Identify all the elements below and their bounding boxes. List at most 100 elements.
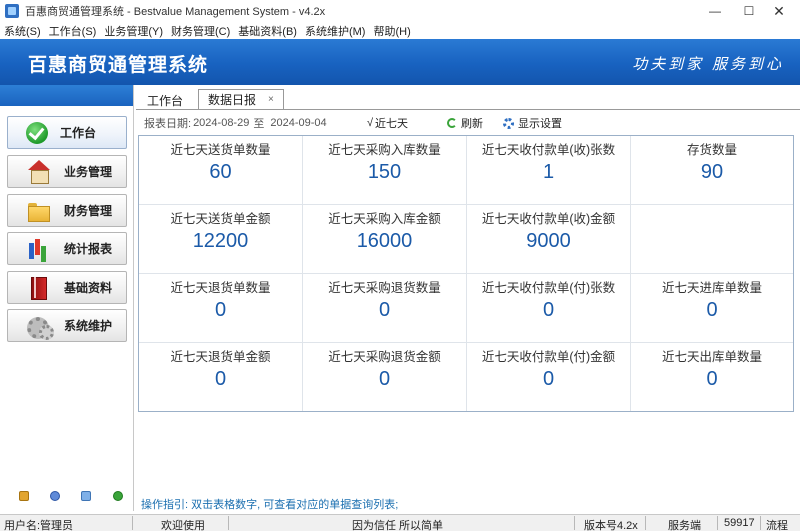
cell-value[interactable]: 60 xyxy=(139,161,302,184)
window-title: 百惠商贸通管理系统 - Bestvalue Management System … xyxy=(25,6,326,18)
status-motto: 因为信任 所以简单 xyxy=(352,520,444,531)
report-cell[interactable]: 近七天收付款单(收)张数 1 xyxy=(467,136,631,205)
sidebar-item-finance[interactable]: 财务管理 xyxy=(7,194,127,227)
cell-value[interactable]: 0 xyxy=(631,299,793,322)
cell-label: 近七天退货单数量 xyxy=(170,281,271,295)
cell-label: 近七天收付款单(付)张数 xyxy=(481,281,616,295)
cell-label: 近七天送货单数量 xyxy=(170,143,271,157)
menu-help[interactable]: 帮助(H) xyxy=(369,23,414,39)
report-cell[interactable]: 近七天进库单数量 0 xyxy=(631,274,793,343)
refresh-icon xyxy=(447,118,457,128)
cell-label: 近七天收付款单(收)金额 xyxy=(481,212,616,226)
checkmark-icon: √ xyxy=(367,117,374,129)
app-icon xyxy=(5,4,19,18)
settings-icon xyxy=(503,117,514,129)
refresh-label: 刷新 xyxy=(461,118,483,130)
cell-label: 近七天收付款单(收)张数 xyxy=(481,143,616,157)
cell-value[interactable]: 1 xyxy=(467,161,630,184)
title-bar: 百惠商贸通管理系统 - Bestvalue Management System … xyxy=(0,0,800,22)
display-settings-button[interactable]: 显示设置 xyxy=(503,115,562,131)
report-cell[interactable]: 近七天收付款单(付)张数 0 xyxy=(467,274,631,343)
menu-bar: 系统(S) 工作台(S) 业务管理(Y) 财务管理(C) 基础资料(B) 系统维… xyxy=(0,22,800,39)
cell-value[interactable]: 0 xyxy=(139,368,302,391)
lock-icon[interactable] xyxy=(19,491,29,501)
date-from[interactable]: 2024-08-29 xyxy=(193,117,249,129)
date-to[interactable]: 2024-09-04 xyxy=(270,117,326,129)
house-icon xyxy=(26,159,52,184)
sidebar-item-reports[interactable]: 统计报表 xyxy=(7,232,127,265)
sidebar-item-workbench[interactable]: 工作台 xyxy=(7,116,127,149)
cell-value[interactable]: 90 xyxy=(631,161,793,184)
check-circle-icon xyxy=(26,121,48,144)
menu-finance[interactable]: 财务管理(C) xyxy=(167,23,234,39)
cell-value[interactable]: 0 xyxy=(139,299,302,322)
daily-report-grid: 近七天送货单数量 60 近七天采购入库数量 150 近七天收付款单(收)张数 1 存货… xyxy=(138,135,794,412)
cell-label: 近七天采购退货金额 xyxy=(328,350,441,364)
cell-label: 近七天采购入库数量 xyxy=(328,143,441,157)
menu-system[interactable]: 系统(S) xyxy=(0,23,45,39)
cell-label: 近七天收付款单(付)金额 xyxy=(481,350,616,364)
sidebar-item-maintenance[interactable]: 系统维护 xyxy=(7,309,127,342)
cell-value[interactable]: 9000 xyxy=(467,230,630,253)
report-cell[interactable]: 近七天出库单数量 0 xyxy=(631,343,793,411)
report-cell[interactable]: 近七天收付款单(付)金额 0 xyxy=(467,343,631,411)
cell-value[interactable]: 12200 xyxy=(139,230,302,253)
tab-strip: 工作台 数据日报 × xyxy=(138,89,284,110)
sidebar-item-label: 业务管理 xyxy=(64,165,113,179)
status-divider xyxy=(228,516,229,530)
cell-value[interactable]: 150 xyxy=(303,161,466,184)
cell-label: 近七天送货单金额 xyxy=(170,212,271,226)
status-version: 版本号4.2x xyxy=(584,520,638,531)
report-cell[interactable]: 近七天退货单数量 0 xyxy=(139,274,303,343)
report-cell[interactable]: 存货数量 90 xyxy=(631,136,793,205)
last-seven-days-checkbox[interactable]: √ 近七天 xyxy=(367,115,408,131)
status-server: 服务端 xyxy=(668,520,701,531)
sidebar-item-label: 财务管理 xyxy=(64,204,113,218)
sidebar-item-label: 统计报表 xyxy=(64,242,113,256)
cell-value[interactable]: 0 xyxy=(303,299,466,322)
cell-value[interactable]: 16000 xyxy=(303,230,466,253)
report-cell[interactable]: 近七天送货单金额 12200 xyxy=(139,205,303,274)
report-cell[interactable]: 近七天采购退货数量 0 xyxy=(303,274,467,343)
bar-chart-icon xyxy=(26,237,52,261)
header-banner: 百惠商贸通管理系统 功夫到家 服务到心 xyxy=(0,39,800,85)
cell-value[interactable]: 0 xyxy=(467,368,630,391)
cell-value[interactable]: 0 xyxy=(631,368,793,391)
cell-label: 近七天退货单金额 xyxy=(170,350,271,364)
tab-divider xyxy=(136,109,800,110)
sidebar-item-label: 工作台 xyxy=(60,126,97,140)
app-name: 百惠商贸通管理系统 xyxy=(28,54,209,76)
status-flow[interactable]: 流程 xyxy=(766,517,788,531)
close-window-button[interactable]: ✕ xyxy=(756,0,800,22)
tab-daily-report[interactable]: 数据日报 × xyxy=(198,89,284,110)
exit-icon[interactable] xyxy=(113,491,123,501)
cell-value[interactable]: 0 xyxy=(467,299,630,322)
report-toolbar: 报表日期: 2024-08-29 至 2024-09-04 √ 近七天 刷新 显… xyxy=(138,113,798,133)
menu-basic-data[interactable]: 基础资料(B) xyxy=(234,23,301,39)
menu-business[interactable]: 业务管理(Y) xyxy=(100,23,167,39)
report-cell[interactable]: 近七天送货单数量 60 xyxy=(139,136,303,205)
clock-icon[interactable] xyxy=(50,491,60,501)
refresh-button[interactable]: 刷新 xyxy=(447,115,483,131)
last-seven-days-label: 近七天 xyxy=(375,118,409,130)
report-cell[interactable]: 近七天收付款单(收)金额 9000 xyxy=(467,205,631,274)
book-icon xyxy=(26,276,52,300)
status-port: 59917 xyxy=(724,517,755,529)
status-user: 用户名:管理员 xyxy=(4,520,74,531)
report-cell[interactable]: 近七天采购入库数量 150 xyxy=(303,136,467,205)
tab-workbench[interactable]: 工作台 xyxy=(138,90,192,110)
status-bar: 用户名:管理员 欢迎使用 因为信任 所以简单 版本号4.2x 服务端 59917… xyxy=(0,514,800,531)
cell-label: 存货数量 xyxy=(686,143,737,157)
sidebar-item-label: 基础资料 xyxy=(64,281,113,295)
report-cell[interactable]: 近七天退货单金额 0 xyxy=(139,343,303,411)
menu-maintenance[interactable]: 系统维护(M) xyxy=(301,23,370,39)
sidebar-item-business[interactable]: 业务管理 xyxy=(7,155,127,188)
sidebar-item-basic-data[interactable]: 基础资料 xyxy=(7,271,127,304)
display-settings-label: 显示设置 xyxy=(518,118,562,130)
close-tab-icon[interactable]: × xyxy=(268,94,274,105)
report-cell[interactable]: 近七天采购入库金额 16000 xyxy=(303,205,467,274)
cell-value[interactable]: 0 xyxy=(303,368,466,391)
monitor-icon[interactable] xyxy=(81,491,91,501)
report-cell[interactable]: 近七天采购退货金额 0 xyxy=(303,343,467,411)
menu-workbench[interactable]: 工作台(S) xyxy=(45,23,101,39)
